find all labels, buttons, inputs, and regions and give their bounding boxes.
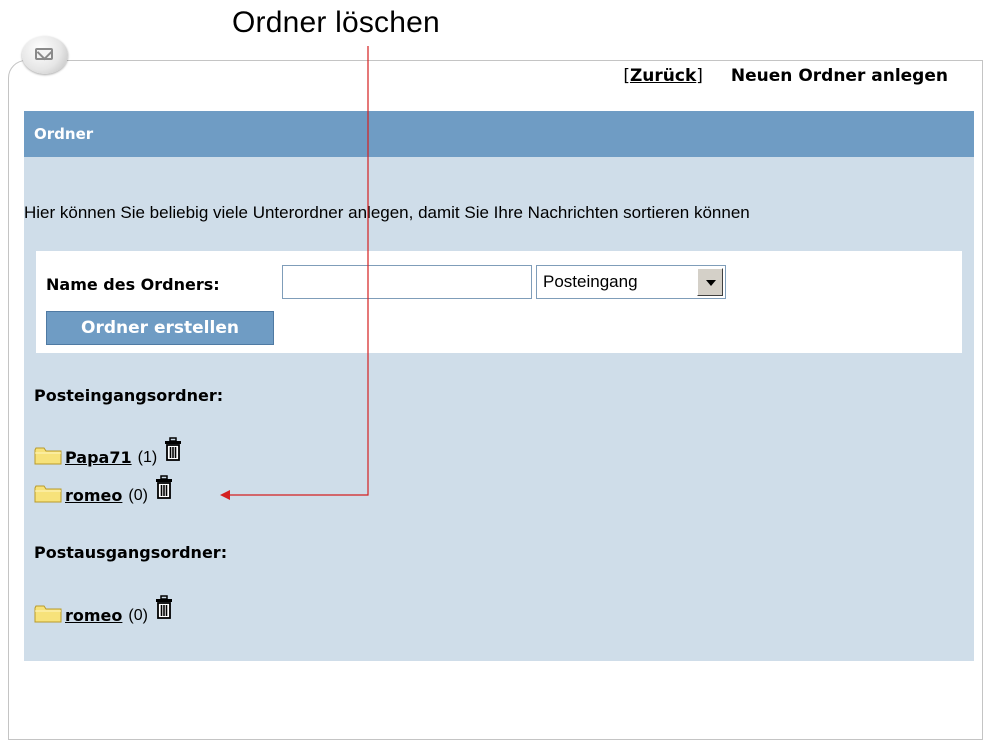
folder-count: (1) (137, 449, 158, 466)
folder-count: (0) (128, 607, 148, 624)
inbox-folders-title: Posteingangsordner: (34, 386, 224, 405)
top-navigation: [Zurück] Neuen Ordner anlegen (623, 66, 948, 86)
trash-icon[interactable] (155, 595, 173, 619)
intro-text: Hier können Sie beliebig viele Unterordn… (24, 203, 750, 222)
folder-row-inbox-papa71: Papa71 (1) (34, 437, 182, 467)
annotation-label: Ordner löschen (232, 6, 440, 39)
parent-folder-value: Posteingang (543, 272, 638, 291)
folder-icon (34, 605, 62, 623)
create-folder-form: Name des Ordners: Posteingang Ordner ers… (36, 251, 962, 353)
folder-icon (34, 485, 62, 503)
mail-icon (22, 36, 68, 74)
bracket-open: [ (623, 66, 630, 86)
new-folder-heading: Neuen Ordner anlegen (730, 66, 948, 86)
folder-link-papa71[interactable]: Papa71 (65, 448, 132, 467)
parent-folder-select[interactable]: Posteingang (536, 265, 726, 299)
folder-name-input[interactable] (282, 265, 532, 299)
create-folder-button[interactable]: Ordner erstellen (46, 311, 274, 345)
folder-count: (0) (128, 487, 148, 504)
folder-name-label: Name des Ordners: (46, 275, 220, 294)
trash-icon[interactable] (155, 475, 173, 499)
dropdown-arrow-icon[interactable] (697, 268, 723, 296)
folders-panel: Ordner Hier können Sie beliebig viele Un… (24, 111, 974, 661)
folder-row-outbox-romeo: romeo (0) (34, 595, 173, 625)
back-link[interactable]: Zurück (630, 66, 696, 86)
outbox-folders-title: Postausgangsordner: (34, 543, 228, 562)
trash-icon[interactable] (164, 437, 182, 461)
back-link-wrapper: [Zurück] (623, 66, 703, 86)
folder-row-inbox-romeo: romeo (0) (34, 475, 173, 505)
folder-link-romeo-outbox[interactable]: romeo (65, 606, 122, 625)
folder-icon (34, 447, 62, 465)
folder-link-romeo[interactable]: romeo (65, 486, 122, 505)
bracket-close: ] (696, 66, 703, 86)
panel-title: Ordner (24, 111, 974, 157)
